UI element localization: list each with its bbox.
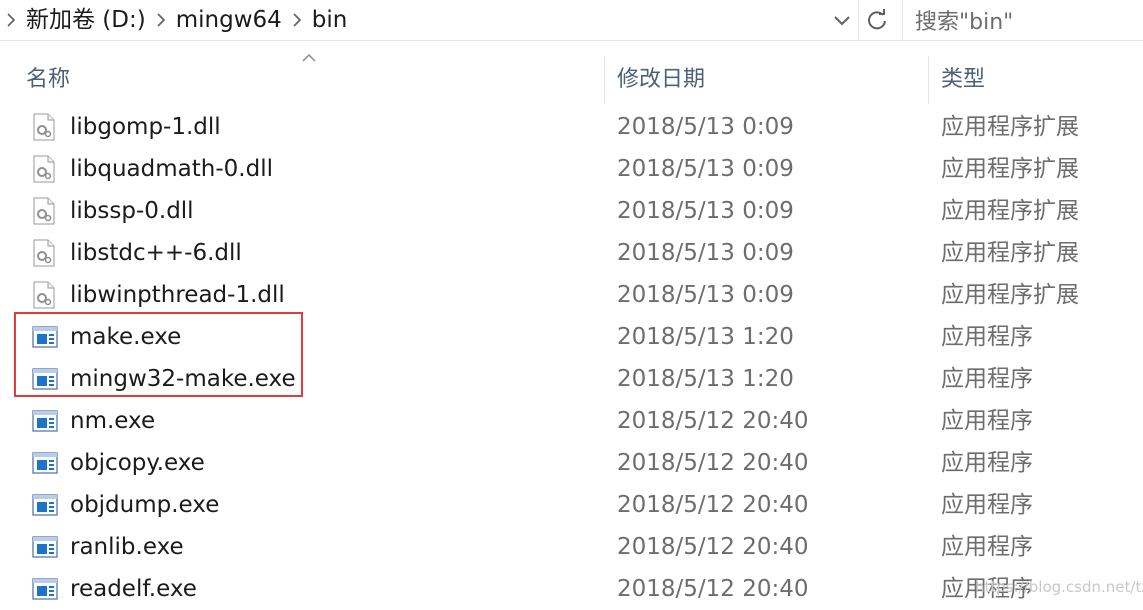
column-header-type[interactable]: 类型 [941, 52, 985, 104]
file-row[interactable]: ranlib.exe 2018/5/12 20:40 应用程序 [0, 526, 1143, 568]
dll-file-icon [32, 155, 56, 183]
dll-file-icon [32, 197, 56, 225]
file-type: 应用程序扩展 [941, 240, 1079, 266]
file-date-modified: 2018/5/12 20:40 [617, 492, 809, 518]
address-history-dropdown-button[interactable] [826, 0, 858, 40]
file-date-modified: 2018/5/13 1:20 [617, 366, 794, 392]
chevron-right-icon[interactable] [286, 0, 308, 40]
breadcrumb[interactable]: 新加卷 (D:) mingw64 bin [0, 0, 890, 40]
exe-file-icon [32, 491, 58, 519]
file-row[interactable]: libstdc++-6.dll 2018/5/13 0:09 应用程序扩展 [0, 232, 1143, 274]
breadcrumb-item-drive[interactable]: 新加卷 (D:) [22, 0, 150, 40]
file-type: 应用程序 [941, 492, 1033, 518]
file-row[interactable]: libquadmath-0.dll 2018/5/13 0:09 应用程序扩展 [0, 148, 1143, 190]
file-date-modified: 2018/5/13 0:09 [617, 156, 794, 182]
file-row[interactable]: objdump.exe 2018/5/12 20:40 应用程序 [0, 484, 1143, 526]
breadcrumb-item-mingw64[interactable]: mingw64 [172, 0, 286, 40]
file-row[interactable]: readelf.exe 2018/5/12 20:40 应用程序 [0, 568, 1143, 610]
file-name: libssp-0.dll [70, 198, 194, 224]
file-name: libgomp-1.dll [70, 114, 221, 140]
file-name: libwinpthread-1.dll [70, 282, 285, 308]
file-row[interactable]: libwinpthread-1.dll 2018/5/13 0:09 应用程序扩… [0, 274, 1143, 316]
file-date-modified: 2018/5/12 20:40 [617, 450, 809, 476]
file-name: libstdc++-6.dll [70, 240, 242, 266]
file-date-modified: 2018/5/13 1:20 [617, 324, 794, 350]
file-name: ranlib.exe [70, 534, 184, 560]
column-headers: 名称 修改日期 类型 [0, 52, 1143, 104]
search-placeholder: 搜索"bin" [915, 10, 1014, 35]
exe-file-icon [32, 407, 58, 435]
file-name: readelf.exe [70, 576, 197, 602]
chevron-down-icon [834, 16, 850, 26]
file-row[interactable]: objcopy.exe 2018/5/12 20:40 应用程序 [0, 442, 1143, 484]
file-date-modified: 2018/5/12 20:40 [617, 408, 809, 434]
exe-file-icon [32, 575, 58, 603]
file-date-modified: 2018/5/12 20:40 [617, 534, 809, 560]
refresh-button[interactable] [858, 0, 895, 40]
file-date-modified: 2018/5/12 20:40 [617, 576, 809, 602]
file-date-modified: 2018/5/13 0:09 [617, 240, 794, 266]
file-name: libquadmath-0.dll [70, 156, 273, 182]
file-row[interactable]: nm.exe 2018/5/12 20:40 应用程序 [0, 400, 1143, 442]
file-name: nm.exe [70, 408, 156, 434]
refresh-icon [868, 9, 886, 30]
highlight-box [14, 312, 303, 397]
dll-file-icon [32, 239, 56, 267]
file-type: 应用程序 [941, 324, 1033, 350]
search-input[interactable]: 搜索"bin" [902, 0, 1143, 40]
breadcrumb-item-bin[interactable]: bin [308, 0, 352, 40]
file-name: objcopy.exe [70, 450, 205, 476]
file-type: 应用程序扩展 [941, 114, 1079, 140]
file-date-modified: 2018/5/13 0:09 [617, 198, 794, 224]
sort-ascending-icon [302, 53, 316, 62]
column-resize-handle[interactable] [928, 56, 929, 104]
file-type: 应用程序扩展 [941, 282, 1079, 308]
file-type: 应用程序 [941, 534, 1033, 560]
exe-file-icon [32, 533, 58, 561]
watermark: https://blog.csdn.net/tzr0725 [975, 578, 1143, 596]
file-row[interactable]: libssp-0.dll 2018/5/13 0:09 应用程序扩展 [0, 190, 1143, 232]
file-type: 应用程序扩展 [941, 198, 1079, 224]
file-name: objdump.exe [70, 492, 220, 518]
file-type: 应用程序 [941, 408, 1033, 434]
chevron-right-icon[interactable] [150, 0, 172, 40]
file-date-modified: 2018/5/13 0:09 [617, 282, 794, 308]
dll-file-icon [32, 281, 56, 309]
dll-file-icon [32, 113, 56, 141]
file-type: 应用程序 [941, 366, 1033, 392]
file-type: 应用程序扩展 [941, 156, 1079, 182]
file-type: 应用程序 [941, 450, 1033, 476]
exe-file-icon [32, 449, 58, 477]
column-resize-handle[interactable] [604, 56, 605, 104]
address-bar: 新加卷 (D:) mingw64 bin 搜索"bin" [0, 0, 1143, 41]
column-header-date-modified[interactable]: 修改日期 [617, 52, 705, 104]
file-date-modified: 2018/5/13 0:09 [617, 114, 794, 140]
column-header-name[interactable]: 名称 [26, 52, 70, 104]
file-row[interactable]: libgomp-1.dll 2018/5/13 0:09 应用程序扩展 [0, 106, 1143, 148]
chevron-right-icon[interactable] [0, 0, 22, 40]
